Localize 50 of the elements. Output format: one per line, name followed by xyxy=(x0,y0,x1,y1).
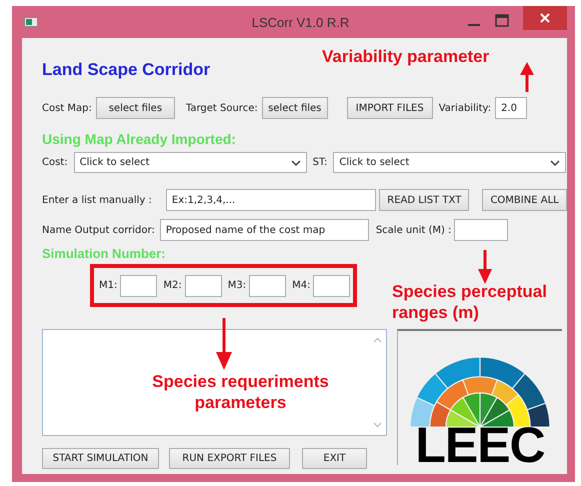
window-title: LSCorr V1.0 R.R xyxy=(250,14,350,30)
logo-text: LEEC xyxy=(415,425,545,465)
scale-unit-field[interactable] xyxy=(454,219,508,241)
selector-label: Cost: xyxy=(42,157,68,168)
section-heading: Using Map Already Imported: xyxy=(42,131,236,147)
annotation-label: Species requeriments parameters xyxy=(151,371,330,413)
selector-label: ST: xyxy=(312,157,328,168)
select-files-button[interactable]: select files xyxy=(96,97,175,119)
m-field[interactable] xyxy=(249,274,286,296)
chevron-up-icon[interactable] xyxy=(373,337,382,343)
app-heading: Land Scape Corridor xyxy=(42,60,210,80)
combine-all-button[interactable]: COMBINE ALL xyxy=(482,189,567,211)
dropdown-field[interactable]: Click to select xyxy=(74,152,307,173)
annotation-arrow xyxy=(215,318,233,370)
m-label: M2: xyxy=(163,280,182,291)
select-files-button[interactable]: select files xyxy=(262,97,328,119)
target-source-label: Target Source: xyxy=(186,102,258,114)
output-name-field[interactable]: Proposed name of the cost map xyxy=(160,219,369,241)
m-field[interactable] xyxy=(184,274,222,296)
read-list-button[interactable]: READ LIST TXT xyxy=(379,189,470,211)
m-field[interactable] xyxy=(120,274,158,296)
chevron-down-icon xyxy=(550,160,560,166)
variability-field[interactable]: 2.0 xyxy=(495,97,528,119)
scale-unit-label: Scale unit (M) : xyxy=(376,224,452,236)
m-label: M3: xyxy=(228,280,246,291)
dropdown-field[interactable]: Click to select xyxy=(333,152,566,173)
section-heading: Simulation Number: xyxy=(42,246,166,261)
m-label: M4: xyxy=(292,280,310,291)
variability-label: Variability: xyxy=(438,102,492,114)
m-label: M1: xyxy=(99,280,118,291)
m-field[interactable] xyxy=(313,274,350,296)
list-field[interactable]: Ex:1,2,3,4,... xyxy=(166,189,376,211)
maximize-icon[interactable] xyxy=(495,14,509,28)
output-name-label: Name Output corridor: xyxy=(42,224,155,236)
annotation-label: Variability parameter xyxy=(322,46,490,67)
annotation-arrow xyxy=(477,250,493,284)
action-button[interactable]: RUN EXPORT FILES xyxy=(169,448,290,469)
annotation-label: Species perceptual ranges (m) xyxy=(392,281,548,323)
chevron-down-icon xyxy=(290,160,301,166)
action-button[interactable]: EXIT xyxy=(302,448,367,469)
chevron-down-icon[interactable] xyxy=(373,422,382,428)
close-icon xyxy=(539,12,551,24)
close-button[interactable] xyxy=(523,6,567,30)
annotation-arrow xyxy=(519,62,535,92)
text-area[interactable] xyxy=(42,329,387,436)
app-icon xyxy=(24,17,38,27)
action-button[interactable]: START SIMULATION xyxy=(42,448,159,469)
import-files-button[interactable]: IMPORT FILES xyxy=(346,97,433,119)
cost-map-label: Cost Map: xyxy=(42,102,92,114)
list-label: Enter a list manually : xyxy=(42,194,152,206)
